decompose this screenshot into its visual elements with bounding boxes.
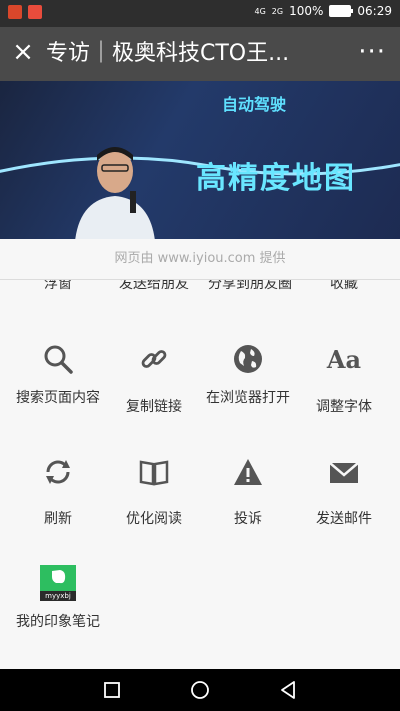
- search-icon: [40, 341, 76, 377]
- globe-icon: [230, 341, 266, 377]
- partially-scrolled-row: 浮窗 发送给朋友 分享到朋友圈 收藏: [0, 280, 400, 310]
- battery-icon: [329, 5, 354, 17]
- menu-item-send-to-friend[interactable]: 发送给朋友: [104, 280, 204, 292]
- slide-heading: 高精度地图: [196, 161, 356, 196]
- font-size-icon: Aa: [326, 341, 362, 377]
- clock: 06:29: [357, 4, 392, 18]
- menu-item-favorite[interactable]: 收藏: [294, 280, 394, 292]
- menu-item-evernote[interactable]: myyxbj 我的印象笔记: [8, 565, 108, 631]
- evernote-icon: myyxbj: [40, 565, 76, 601]
- menu-item-label: 发送邮件: [316, 511, 372, 527]
- menu-item-search-page[interactable]: 搜索页面内容: [8, 341, 108, 407]
- more-options-icon[interactable]: ···: [358, 37, 386, 67]
- menu-item-label: 投诉: [234, 511, 262, 527]
- menu-item-label: 刷新: [44, 511, 72, 527]
- evernote-badge: myyxbj: [40, 591, 76, 601]
- menu-item-label: 在浏览器打开: [206, 390, 290, 406]
- book-icon: [136, 454, 172, 490]
- menu-item-float-window[interactable]: 浮窗: [8, 280, 108, 292]
- menu-item-send-email[interactable]: 发送邮件: [294, 454, 394, 528]
- page-title: 专访｜极奥科技CTO王...: [46, 41, 290, 66]
- font-size-glyph: Aa: [326, 344, 362, 374]
- system-navigation-bar: [0, 669, 400, 711]
- menu-item-open-browser[interactable]: 在浏览器打开: [198, 341, 298, 407]
- article-image: 自动驾驶 高精度地图: [0, 81, 400, 239]
- menu-item-label: 搜索页面内容: [16, 390, 100, 406]
- menu-item-refresh[interactable]: 刷新: [8, 454, 108, 528]
- slide-text: 自动驾驶: [222, 95, 287, 114]
- provider-text: 网页由 www.iyiou.com 提供: [114, 251, 286, 266]
- menu-item-label: 我的印象笔记: [16, 614, 100, 630]
- menu-item-label: 复制链接: [126, 399, 182, 415]
- recent-apps-icon[interactable]: [102, 680, 122, 700]
- back-icon[interactable]: [279, 680, 299, 700]
- menu-item-font-size[interactable]: Aa 调整字体: [294, 341, 394, 416]
- speaker-photo: [75, 147, 155, 239]
- signal-icon: 4G: [254, 6, 266, 16]
- menu-item-complaint[interactable]: 投诉: [198, 454, 298, 528]
- menu-item-copy-link[interactable]: 复制链接: [104, 341, 204, 416]
- signal-icon: 2G: [271, 6, 284, 16]
- menu-item-label: 优化阅读: [126, 511, 182, 527]
- warning-icon: [230, 454, 266, 490]
- menu-item-share-moments[interactable]: 分享到朋友圈: [200, 280, 300, 292]
- notification-icon: [8, 5, 22, 19]
- mail-icon: [326, 454, 362, 490]
- status-bar: 4G 2G 100% 06:29: [0, 0, 400, 27]
- battery-percent: 100%: [289, 4, 324, 18]
- menu-item-label: 调整字体: [316, 399, 372, 415]
- close-icon[interactable]: ×: [10, 39, 36, 65]
- home-icon[interactable]: [190, 680, 210, 700]
- refresh-icon: [40, 454, 76, 490]
- link-icon: [136, 341, 172, 377]
- header-bar: × 专访｜极奥科技CTO王... ···: [0, 27, 400, 81]
- menu-item-reader-mode[interactable]: 优化阅读: [104, 454, 204, 528]
- share-sheet: 网页由 www.iyiou.com 提供 浮窗 发送给朋友 分享到朋友圈 收藏 …: [0, 239, 400, 669]
- notification-icon: [28, 5, 42, 19]
